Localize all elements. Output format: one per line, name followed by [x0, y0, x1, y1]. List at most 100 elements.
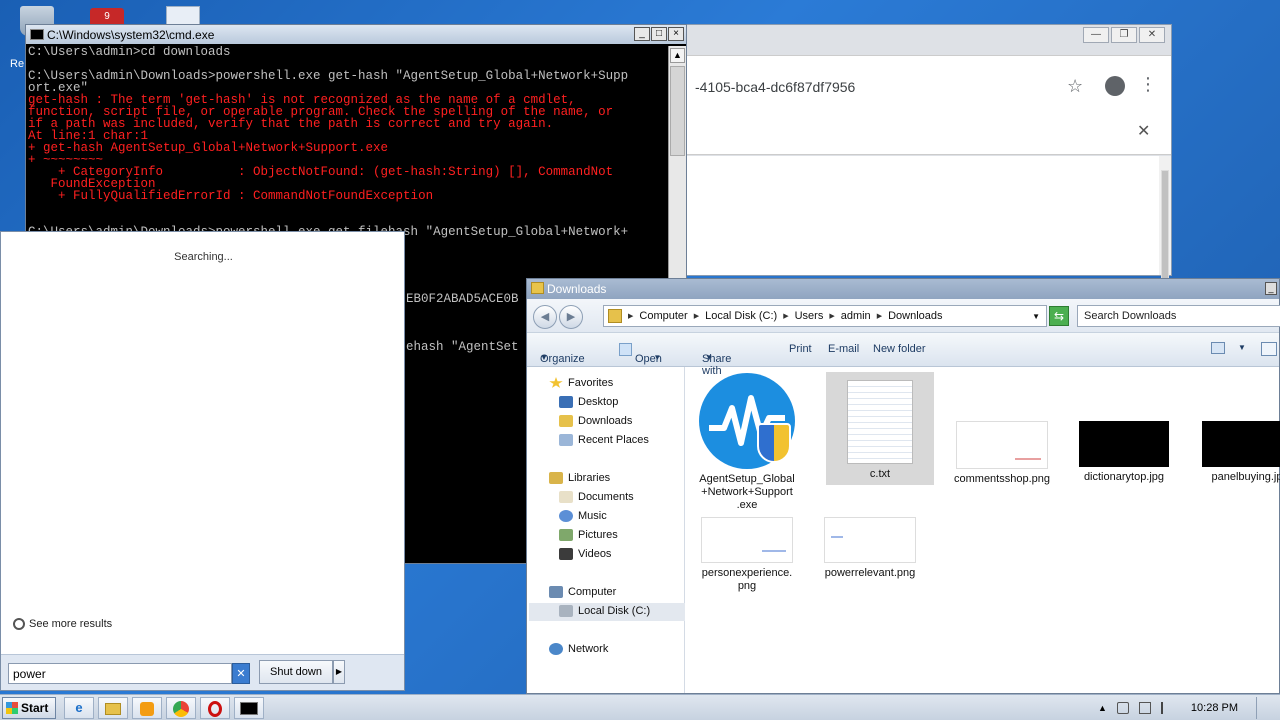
nav-computer[interactable]: Computer: [549, 586, 616, 598]
account-icon[interactable]: [1105, 76, 1125, 96]
see-more-results-link[interactable]: See more results: [13, 618, 112, 630]
console-line-partial: EB0F2ABAD5ACE0B: [406, 292, 519, 306]
file-item[interactable]: personexperience. png: [693, 517, 801, 593]
open-button[interactable]: Open ▼: [619, 343, 662, 365]
clear-search-icon[interactable]: ✕: [232, 663, 250, 684]
scroll-up-icon[interactable]: ▲: [670, 48, 685, 63]
breadcrumb-users[interactable]: Users: [795, 310, 824, 322]
nav-pictures[interactable]: Pictures: [559, 529, 618, 541]
file-name-line: .exe: [736, 499, 758, 511]
start-label: Start: [21, 701, 49, 715]
chevron-down-icon: ▼: [705, 353, 713, 362]
breadcrumb-computer[interactable]: Computer: [639, 310, 687, 322]
search-status: Searching...: [174, 251, 233, 263]
text-document-icon: [847, 380, 913, 464]
search-icon: [13, 618, 25, 630]
cmd-taskbar-icon[interactable]: [234, 697, 264, 719]
close-button[interactable]: ✕: [1139, 27, 1165, 43]
scrollbar-thumb[interactable]: [1161, 170, 1169, 280]
start-button[interactable]: Start: [2, 697, 56, 719]
share-with-button[interactable]: Share with ▼: [702, 343, 731, 377]
nav-desktop[interactable]: Desktop: [559, 396, 618, 408]
back-arrow-icon[interactable]: ◀: [533, 305, 557, 329]
nav-favorites[interactable]: Favorites: [549, 377, 613, 389]
media-player-icon[interactable]: [132, 697, 162, 719]
print-button[interactable]: Print: [789, 343, 812, 355]
file-item[interactable]: dictionarytop.jpg: [1070, 373, 1178, 484]
file-explorer-icon[interactable]: [98, 697, 128, 719]
chevron-down-icon[interactable]: ▼: [1238, 343, 1246, 352]
nav-documents[interactable]: Documents: [559, 491, 634, 503]
nav-label: Recent Places: [578, 434, 649, 446]
minimize-button[interactable]: _: [634, 27, 650, 41]
close-button[interactable]: ×: [668, 27, 684, 41]
scrollbar-thumb[interactable]: [670, 66, 685, 156]
breadcrumb-local-disk[interactable]: Local Disk (C:): [705, 310, 777, 322]
restore-button[interactable]: ❐: [1111, 27, 1137, 43]
taskbar: Start e ▲ 10:28 PM: [0, 694, 1280, 720]
file-name: dictionarytop.jpg: [1083, 471, 1165, 483]
nav-label: Network: [568, 643, 609, 655]
clock[interactable]: 10:28 PM: [1191, 702, 1238, 714]
cmd-titlebar[interactable]: C:\Windows\system32\cmd.exe: [26, 25, 686, 44]
explorer-titlebar[interactable]: Downloads _: [527, 279, 1279, 299]
network-icon[interactable]: [1138, 702, 1151, 714]
nav-label: Libraries: [568, 472, 611, 484]
file-item[interactable]: c.txt: [826, 372, 934, 485]
desktop-icon-label: Re: [10, 58, 25, 70]
desktop-icon: [559, 396, 573, 408]
file-name: AgentSetup_Global +Network+Support .exe: [693, 473, 801, 512]
speaker-icon[interactable]: [1116, 702, 1129, 714]
nav-recent-places[interactable]: Recent Places: [559, 434, 649, 446]
nav-music[interactable]: Music: [559, 510, 607, 522]
maximize-button[interactable]: □: [651, 27, 667, 41]
file-item[interactable]: AgentSetup_Global +Network+Support .exe: [693, 373, 801, 512]
file-item[interactable]: powerrelevant.png: [816, 517, 924, 580]
forward-arrow-icon[interactable]: ▶: [559, 305, 583, 329]
nav-network[interactable]: Network: [549, 643, 608, 655]
scrollbar[interactable]: [1159, 156, 1171, 280]
system-tray: ▲ 10:28 PM: [1098, 695, 1280, 720]
internet-explorer-icon[interactable]: e: [64, 697, 94, 719]
nav-libraries[interactable]: Libraries: [549, 472, 610, 484]
show-desktop-button[interactable]: [1256, 697, 1270, 719]
menu-dots-icon[interactable]: ⋮: [1139, 74, 1157, 95]
minimize-button[interactable]: _: [1265, 282, 1277, 295]
minimize-button[interactable]: —: [1083, 27, 1109, 43]
console-line-partial: ehash "AgentSet: [406, 340, 519, 354]
nav-label: Videos: [578, 548, 612, 560]
opera-icon[interactable]: [200, 697, 230, 719]
address-bar-url[interactable]: -4105-bca4-dc6f87df7956: [695, 79, 855, 95]
nav-label: Desktop: [578, 396, 619, 408]
window-controls: _ □ ×: [634, 27, 684, 41]
image-thumbnail: [701, 517, 793, 563]
view-options-icon[interactable]: [1211, 342, 1225, 354]
email-button[interactable]: E-mail: [828, 343, 859, 355]
bookmark-star-icon[interactable]: ☆: [1067, 76, 1083, 97]
refresh-icon[interactable]: ⇆: [1049, 306, 1069, 326]
flag-icon[interactable]: [1160, 702, 1173, 714]
preview-pane-icon[interactable]: [1261, 342, 1277, 356]
nav-videos[interactable]: Videos: [559, 548, 611, 560]
file-name: commentsshop.png: [954, 473, 1050, 485]
nav-local-disk[interactable]: Local Disk (C:): [559, 605, 650, 617]
breadcrumb[interactable]: ▶ Computer ▶ Local Disk (C:) ▶ Users ▶ a…: [603, 305, 1047, 327]
breadcrumb-admin[interactable]: admin: [841, 310, 871, 322]
file-item[interactable]: panelbuying.jp: [1193, 373, 1280, 484]
shutdown-options-arrow-icon[interactable]: ▶: [333, 660, 345, 684]
page-content: [687, 156, 1159, 275]
console-line: + FullyQualifiedErrorId : CommandNotFoun…: [28, 189, 434, 203]
close-icon[interactable]: ✕: [1137, 121, 1150, 141]
breadcrumb-downloads[interactable]: Downloads: [888, 310, 942, 322]
new-folder-button[interactable]: New folder: [873, 343, 926, 355]
show-hidden-icons-icon[interactable]: ▲: [1098, 703, 1107, 713]
nav-downloads[interactable]: Downloads: [559, 415, 632, 427]
file-item[interactable]: commentsshop.png: [948, 373, 1056, 486]
chevron-down-icon[interactable]: ▼: [1032, 312, 1040, 321]
search-input[interactable]: Search Downloads: [1077, 305, 1280, 327]
downloads-folder-icon: [559, 415, 573, 427]
search-input[interactable]: power: [8, 663, 232, 684]
shutdown-button[interactable]: Shut down: [259, 660, 333, 684]
chrome-icon[interactable]: [166, 697, 196, 719]
